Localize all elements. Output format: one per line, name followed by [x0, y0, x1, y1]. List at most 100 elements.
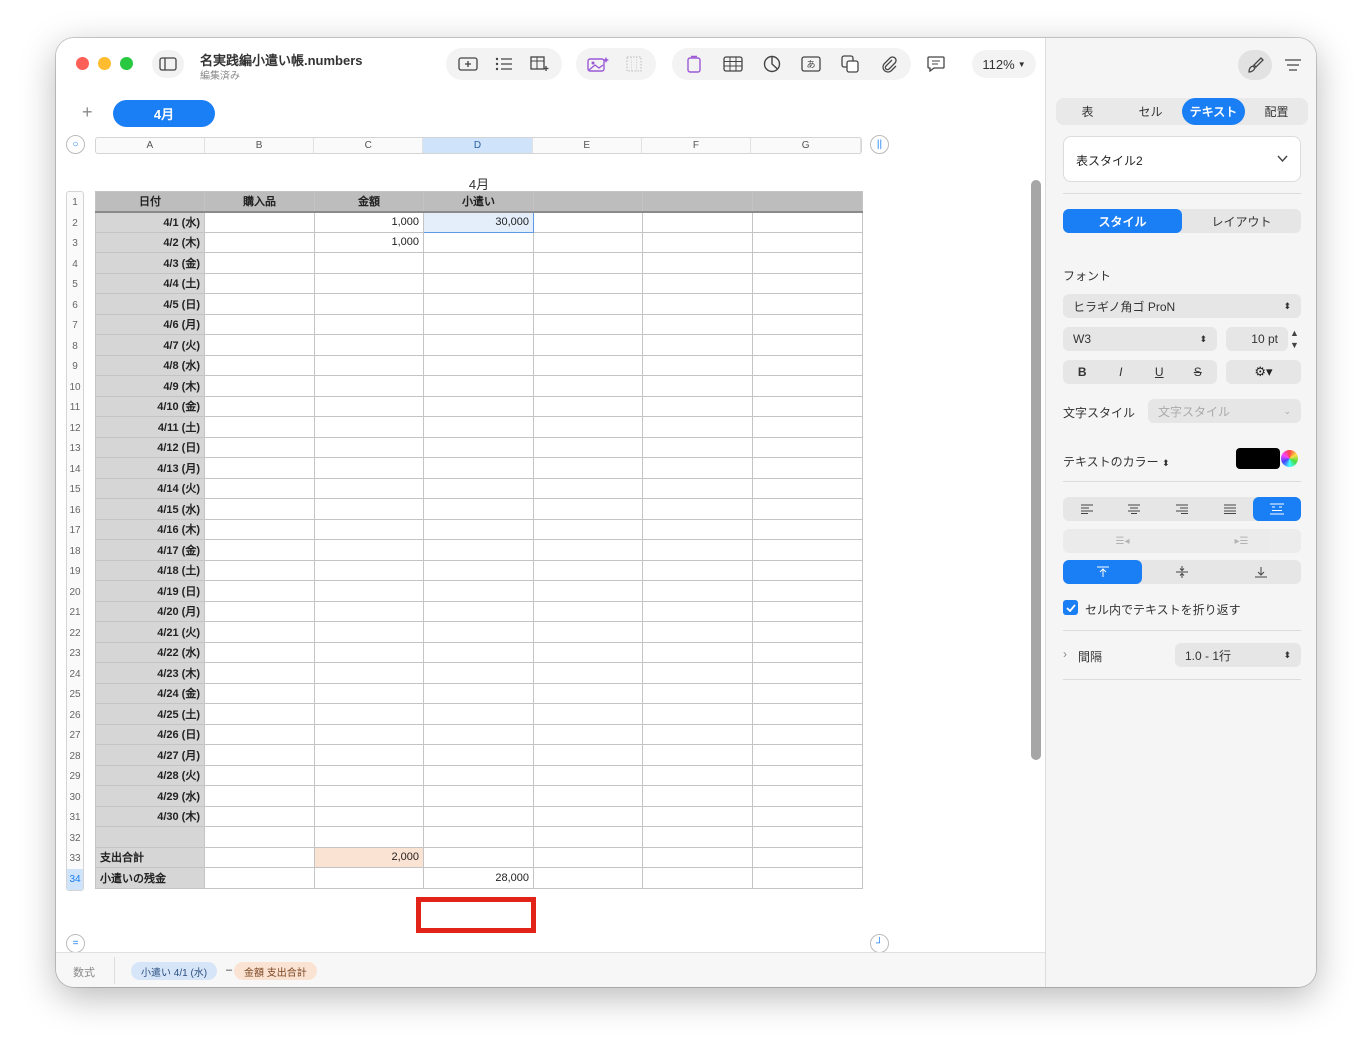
grid-button[interactable] — [620, 50, 648, 78]
select-table-handle[interactable]: ○ — [66, 135, 85, 154]
table-cell[interactable] — [204, 805, 315, 827]
table-cell[interactable]: 4/12 (日) — [95, 436, 205, 458]
table-cell[interactable]: 4/3 (金) — [95, 252, 205, 274]
table-cell[interactable] — [533, 703, 643, 725]
table-cell[interactable] — [533, 395, 643, 417]
table-cell[interactable] — [533, 293, 643, 315]
table-cell[interactable] — [752, 559, 863, 581]
table-cell[interactable] — [752, 498, 863, 520]
text-color-well[interactable] — [1236, 448, 1280, 469]
table-cell[interactable] — [204, 744, 315, 766]
table-cell[interactable]: 4/27 (月) — [95, 744, 205, 766]
formula-token-allowance[interactable]: 小遣い 4/1 (水) — [131, 962, 218, 980]
table-cell[interactable] — [204, 600, 315, 622]
table-cell[interactable] — [204, 231, 315, 253]
table-button[interactable] — [719, 50, 747, 78]
decrease-indent-button[interactable]: ☰◂ — [1063, 529, 1182, 553]
image-playground-button[interactable] — [584, 50, 612, 78]
sheet-tab-april[interactable]: 4月 — [113, 100, 215, 127]
table-cell[interactable] — [314, 662, 424, 684]
align-center-button[interactable] — [1111, 497, 1159, 521]
row-header[interactable]: 30 — [67, 787, 83, 808]
table-cell[interactable] — [314, 436, 424, 458]
table-cell[interactable] — [533, 785, 643, 807]
row-header[interactable]: 14 — [67, 459, 83, 480]
row-header[interactable]: 22 — [67, 623, 83, 644]
table-cell[interactable] — [314, 293, 424, 315]
tab-table[interactable]: 表 — [1056, 98, 1119, 125]
table-cell[interactable] — [423, 539, 534, 561]
table-cell[interactable] — [314, 621, 424, 643]
table-cell[interactable] — [642, 457, 753, 479]
table-cell[interactable] — [642, 867, 753, 889]
table-cell[interactable] — [314, 498, 424, 520]
row-header[interactable]: 12 — [67, 418, 83, 439]
color-wheel-icon[interactable] — [1281, 450, 1298, 467]
row-header[interactable]: 16 — [67, 500, 83, 521]
table-cell[interactable] — [752, 354, 863, 376]
table-cell[interactable]: 4/21 (火) — [95, 621, 205, 643]
row-header[interactable]: 11 — [67, 398, 83, 419]
table-cell[interactable] — [533, 375, 643, 397]
row-header[interactable]: 18 — [67, 541, 83, 562]
table-cell[interactable]: 4/15 (水) — [95, 498, 205, 520]
column-header-b[interactable]: B — [205, 138, 315, 153]
table-cell[interactable] — [314, 416, 424, 438]
table-cell[interactable] — [533, 272, 643, 294]
table-cell[interactable] — [314, 272, 424, 294]
italic-button[interactable]: I — [1102, 360, 1141, 384]
table-cell[interactable] — [752, 826, 863, 848]
zoom-window-button[interactable] — [120, 57, 133, 70]
align-bottom-button[interactable] — [1222, 560, 1301, 584]
font-family-select[interactable]: ヒラギノ角ゴ ProN ⬍ — [1063, 294, 1301, 318]
font-size-stepper[interactable]: ▲ ▼ — [1290, 327, 1299, 351]
table-cell[interactable]: 4/9 (木) — [95, 375, 205, 397]
table-cell[interactable] — [423, 375, 534, 397]
table-cell[interactable]: 4/8 (水) — [95, 354, 205, 376]
table-cell[interactable] — [204, 846, 315, 868]
table-cell[interactable] — [314, 518, 424, 540]
table-cell[interactable] — [423, 723, 534, 745]
table-cell[interactable] — [642, 785, 753, 807]
strikethrough-button[interactable]: S — [1179, 360, 1218, 384]
table-cell[interactable]: 金額 — [314, 191, 424, 213]
table-cell[interactable] — [533, 436, 643, 458]
table-cell[interactable]: 4/7 (火) — [95, 334, 205, 356]
table-cell[interactable]: 購入品 — [204, 191, 315, 213]
table-cell[interactable] — [533, 334, 643, 356]
table-cell[interactable] — [533, 682, 643, 704]
table-cell[interactable] — [423, 252, 534, 274]
tab-layout[interactable]: レイアウト — [1182, 209, 1301, 233]
shape-button[interactable] — [836, 50, 864, 78]
table-cell[interactable] — [423, 457, 534, 479]
table-cell[interactable] — [642, 846, 753, 868]
table-cell[interactable]: 4/13 (月) — [95, 457, 205, 479]
increase-indent-button[interactable]: ▸☰ — [1182, 529, 1301, 553]
table-cell[interactable] — [642, 334, 753, 356]
table-cell[interactable] — [314, 600, 424, 622]
table-cell[interactable] — [533, 191, 643, 213]
row-header[interactable]: 20 — [67, 582, 83, 603]
table-cell[interactable]: 4/26 (日) — [95, 723, 205, 745]
table-cell[interactable] — [204, 703, 315, 725]
table-cell[interactable] — [423, 498, 534, 520]
wrap-text-checkbox[interactable] — [1063, 600, 1078, 615]
table-cell[interactable] — [314, 477, 424, 499]
table-cell[interactable] — [642, 354, 753, 376]
table-cell[interactable]: 4/25 (土) — [95, 703, 205, 725]
table-cell[interactable] — [204, 457, 315, 479]
table-cell[interactable] — [752, 211, 863, 233]
table-cell[interactable]: 4/1 (水) — [95, 211, 205, 233]
table-cell[interactable] — [314, 334, 424, 356]
table-cell[interactable]: 4/14 (火) — [95, 477, 205, 499]
comment-button[interactable] — [922, 50, 950, 78]
column-header-c[interactable]: C — [314, 138, 424, 153]
media-button[interactable] — [875, 50, 903, 78]
row-header[interactable]: 32 — [67, 828, 83, 849]
vertical-scrollbar[interactable] — [1031, 180, 1041, 760]
table-cell[interactable]: 4/30 (木) — [95, 805, 205, 827]
table-cell[interactable] — [642, 477, 753, 499]
table-cell[interactable] — [423, 416, 534, 438]
table-cell[interactable] — [533, 846, 643, 868]
row-header[interactable]: 8 — [67, 336, 83, 357]
